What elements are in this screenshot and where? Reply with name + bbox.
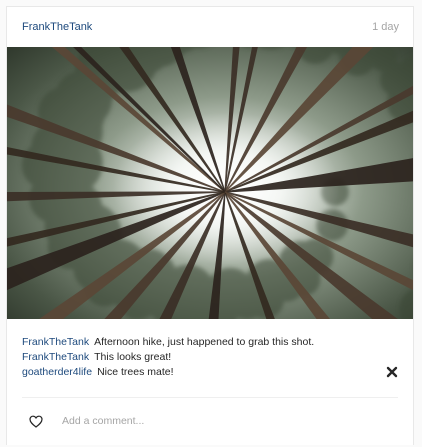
comment-list: FrankTheTank Afternoon hike, just happene…	[22, 335, 400, 380]
close-icon[interactable]	[386, 366, 398, 378]
comment-text: This looks great!	[94, 351, 172, 363]
heart-outline-icon[interactable]	[29, 415, 43, 428]
comment-author-link[interactable]: FrankTheTank	[22, 351, 89, 363]
comment-author-link[interactable]: goatherder4life	[22, 366, 92, 378]
post-card: FrankTheTank 1 day FrankTheTank Afternoon…	[6, 6, 414, 445]
post-author-link[interactable]: FrankTheTank	[22, 21, 92, 33]
comment-row: FrankTheTank This looks great!	[22, 350, 400, 365]
comment-text: Nice trees mate!	[97, 366, 174, 378]
comment-text: Afternoon hike, just happened to grab th…	[94, 336, 315, 348]
comment-author-link[interactable]: FrankTheTank	[22, 336, 89, 348]
post-photo	[7, 47, 413, 319]
post-header: FrankTheTank 1 day	[7, 7, 413, 47]
post-footer	[22, 397, 398, 447]
comment-row: FrankTheTank Afternoon hike, just happene…	[22, 335, 400, 350]
comment-row: goatherder4life Nice trees mate!	[22, 365, 400, 380]
add-comment-input[interactable]	[62, 412, 392, 430]
post-timestamp: 1 day	[372, 21, 399, 33]
